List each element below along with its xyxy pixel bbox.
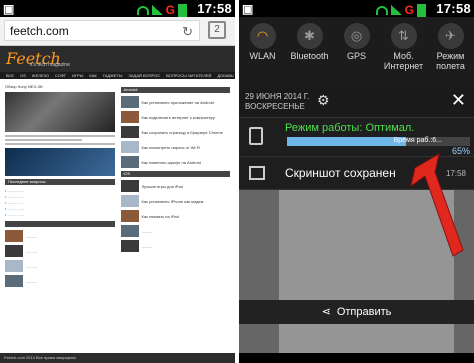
site-nav: ВСЕ OS ЖЕЛЕЗО СОФТ ИГРЫ КАК ГАДЖЕТЫ ЗАДА… bbox=[0, 72, 235, 79]
url-field[interactable]: feetch.com ↻ bbox=[4, 20, 200, 41]
reload-icon[interactable]: ↻ bbox=[182, 24, 193, 40]
screenshot-icon: ▣ bbox=[242, 1, 254, 16]
share-button[interactable]: ⋖ Отправить bbox=[239, 300, 474, 324]
article-title[interactable]: Обзор Sony NEX-3N bbox=[5, 84, 115, 89]
nav-item[interactable]: СОФТ bbox=[55, 72, 66, 79]
network-type-icon: G bbox=[165, 3, 175, 17]
nav-item[interactable]: OS bbox=[20, 72, 26, 79]
url-text: feetch.com bbox=[10, 24, 69, 38]
list-item[interactable]: • ............... bbox=[5, 212, 115, 218]
settings-gear-icon[interactable]: ⚙ bbox=[317, 92, 330, 109]
quick-toggles: ◠ WLAN ✱ Bluetooth ◎ GPS ⇅ Моб. Интернет… bbox=[239, 17, 474, 87]
nav-bar bbox=[239, 353, 474, 363]
list-item[interactable]: Как подключить интернет к компьютеру bbox=[120, 111, 231, 123]
left-column: Обзор Sony NEX-3N Последние вопросы • ..… bbox=[5, 84, 115, 363]
web-page[interactable]: Feetch it's tech magazine ВСЕ OS ЖЕЛЕЗО … bbox=[0, 46, 235, 363]
toggle-wlan[interactable]: ◠ WLAN bbox=[239, 17, 286, 87]
site-header: Feetch it's tech magazine bbox=[0, 46, 235, 72]
site-tagline: it's tech magazine bbox=[30, 62, 70, 68]
list-item[interactable]: Как посмотреть пароль от Wi-Fi bbox=[120, 141, 231, 153]
nav-item[interactable]: ВСЕ bbox=[6, 72, 14, 79]
list-item[interactable]: Как установить iPhone как модем bbox=[120, 195, 231, 207]
promo-image[interactable] bbox=[5, 148, 115, 176]
gps-icon: ◎ bbox=[343, 23, 370, 49]
image-icon bbox=[249, 166, 265, 180]
wifi-icon: ◠ bbox=[249, 23, 276, 49]
notification-title: Скриншот сохранен bbox=[285, 166, 396, 180]
list-item[interactable]: Как установить приложение на Android bbox=[120, 96, 231, 108]
nav-item[interactable]: ЖЕЛЕЗО bbox=[32, 72, 49, 79]
toggle-label: WLAN bbox=[249, 51, 276, 61]
nav-item[interactable]: ГАДЖЕТЫ bbox=[103, 72, 123, 79]
nav-item[interactable]: КАК bbox=[89, 72, 96, 79]
wifi-icon bbox=[375, 5, 388, 15]
share-icon: ⋖ bbox=[321, 306, 331, 318]
toggle-bluetooth[interactable]: ✱ Bluetooth bbox=[286, 17, 333, 87]
shade-header: 29 ИЮНЯ 2014 Г. ВОСКРЕСЕНЬЕ ⚙ ✕ bbox=[239, 87, 474, 118]
nav-item[interactable]: ВОПРОСЫ ЧИТАТЕЛЕЙ bbox=[166, 72, 211, 79]
section-header: Android bbox=[120, 87, 230, 93]
signal-icon bbox=[151, 5, 163, 15]
battery-icon bbox=[417, 3, 426, 17]
tab-count: 2 bbox=[214, 24, 220, 35]
battery-icon bbox=[178, 3, 187, 17]
notification-title: Режим работы: Оптимал. bbox=[285, 122, 415, 134]
notification-shade-screen: ▣ G 17:58 ◠ WLAN ✱ Bluetooth ◎ GPS ⇅ Моб… bbox=[239, 0, 474, 363]
toggle-label: GPS bbox=[346, 51, 366, 61]
section-header: Последние вопросы bbox=[5, 179, 115, 185]
wifi-icon bbox=[136, 5, 149, 15]
section-header: iOS bbox=[120, 171, 230, 177]
toggle-mobile-data[interactable]: ⇅ Моб. Интернет bbox=[380, 17, 427, 87]
toggle-gps[interactable]: ◎ GPS bbox=[333, 17, 380, 87]
mobile-data-icon: ⇅ bbox=[390, 23, 417, 49]
share-label: Отправить bbox=[336, 306, 392, 318]
nav-item[interactable]: ДОБАВЬ bbox=[217, 72, 233, 79]
battery-progress-fill bbox=[287, 137, 406, 146]
status-time: 17:58 bbox=[197, 1, 232, 16]
tabs-button[interactable]: 2 bbox=[208, 21, 226, 39]
signal-icon bbox=[390, 5, 402, 15]
site-footer: Feetch.com 2014 Все права защищены bbox=[0, 353, 235, 363]
clear-notifications-icon[interactable]: ✕ bbox=[451, 90, 466, 111]
date-text: 29 ИЮНЯ 2014 Г. bbox=[245, 92, 310, 101]
clipboard-icon bbox=[249, 127, 263, 145]
notification-subtitle: Время раб.:6... bbox=[393, 137, 442, 144]
list-item[interactable]: Лучшие игры для iPad bbox=[120, 180, 231, 192]
list-item[interactable]: Как поменять шрифт на Android bbox=[120, 156, 231, 168]
status-time: 17:58 bbox=[436, 1, 471, 16]
browser-toolbar: feetch.com ↻ 2 bbox=[0, 17, 235, 46]
list-item[interactable]: Как снимать на iPad bbox=[120, 210, 231, 222]
right-column: Android Как установить приложение на And… bbox=[120, 84, 231, 363]
browser-screen: ▣ G 17:58 feetch.com ↻ 2 Feetch it's tec… bbox=[0, 0, 235, 363]
nav-item[interactable]: ЗАДАЙ ВОПРОС bbox=[128, 72, 160, 79]
date-block: 29 ИЮНЯ 2014 Г. ВОСКРЕСЕНЬЕ bbox=[245, 92, 309, 112]
article-image[interactable] bbox=[5, 92, 115, 132]
weekday-text: ВОСКРЕСЕНЬЕ bbox=[245, 102, 305, 111]
toggle-label: Bluetooth bbox=[290, 51, 329, 61]
network-type-icon: G bbox=[404, 3, 414, 17]
list-item[interactable]: Как сохранить страницу в браузере Chrome bbox=[120, 126, 231, 138]
toggle-label: Моб. Интернет bbox=[383, 51, 424, 71]
toggle-label: Режим полета bbox=[436, 51, 465, 71]
section-header bbox=[5, 221, 115, 227]
status-bar: ▣ G 17:58 bbox=[0, 0, 235, 17]
toggle-airplane[interactable]: ✈ Режим полета bbox=[427, 17, 474, 87]
battery-progress-bar bbox=[287, 137, 470, 146]
red-arrow-icon bbox=[410, 152, 464, 257]
airplane-icon: ✈ bbox=[437, 23, 464, 49]
nav-item[interactable]: ИГРЫ bbox=[72, 72, 83, 79]
status-bar: ▣ G 17:58 bbox=[239, 0, 474, 17]
bluetooth-icon: ✱ bbox=[296, 23, 323, 49]
screenshot-icon: ▣ bbox=[3, 1, 15, 16]
